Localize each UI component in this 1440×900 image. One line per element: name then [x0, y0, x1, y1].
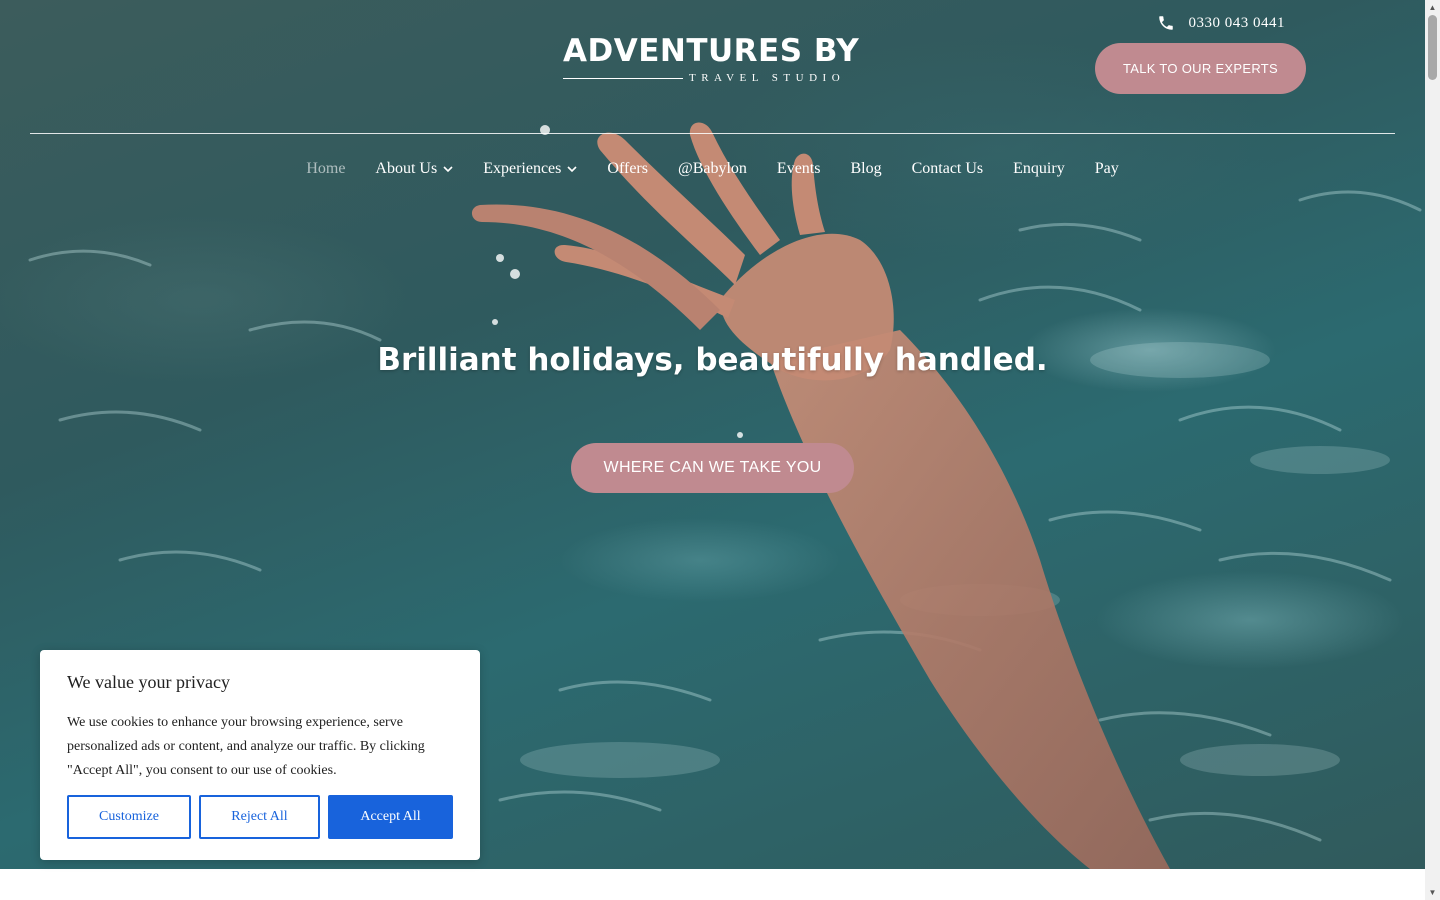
customize-button[interactable]: Customize — [67, 795, 191, 839]
scroll-down-arrow-icon[interactable]: ▼ — [1425, 885, 1440, 900]
chevron-down-icon — [567, 166, 577, 173]
where-can-we-take-you-button[interactable]: WHERE CAN WE TAKE YOU — [571, 443, 854, 493]
nav-item-enquiry[interactable]: Enquiry — [1013, 160, 1065, 178]
phone-icon — [1158, 16, 1173, 30]
logo-tagline: TRAVEL STUDIO — [689, 72, 846, 84]
nav-item-offers[interactable]: Offers — [607, 160, 648, 178]
nav-item-pay[interactable]: Pay — [1095, 160, 1119, 178]
nav-item-babylon[interactable]: @Babylon — [678, 160, 747, 178]
cookie-actions: Customize Reject All Accept All — [67, 795, 453, 839]
nav-label-offers: Offers — [607, 160, 648, 177]
scrollbar-thumb[interactable] — [1428, 15, 1437, 80]
header-divider — [30, 133, 1395, 134]
nav-label-events: Events — [776, 160, 821, 177]
nav-label-blog: Blog — [850, 160, 882, 177]
nav-item-experiences[interactable]: Experiences — [483, 160, 577, 178]
chevron-down-icon — [443, 166, 453, 173]
cookie-title: We value your privacy — [67, 672, 230, 692]
page-scrollbar[interactable]: ▲ ▼ — [1425, 0, 1440, 900]
reject-all-button[interactable]: Reject All — [199, 795, 320, 839]
nav-label-experiences: Experiences — [483, 160, 562, 177]
nav-label-home: Home — [306, 160, 346, 177]
logo-subline: TRAVEL STUDIO — [563, 72, 863, 84]
nav-label-pay: Pay — [1094, 160, 1119, 177]
talk-to-experts-button[interactable]: TALK TO OUR EXPERTS — [1095, 43, 1306, 94]
cookie-description: We use cookies to enhance your browsing … — [67, 715, 425, 778]
scroll-up-arrow-icon[interactable]: ▲ — [1425, 0, 1440, 15]
nav-label-babylon: @Babylon — [677, 160, 747, 177]
nav-item-events[interactable]: Events — [777, 160, 821, 178]
nav-item-about-us[interactable]: About Us — [375, 160, 453, 178]
main-nav: Home About Us Experiences Offers @Babylo… — [0, 160, 1425, 178]
logo-wordmark: ADVENTURES BY — [563, 33, 860, 69]
nav-item-home[interactable]: Home — [306, 160, 345, 178]
logo-rule — [563, 77, 683, 79]
nav-item-blog[interactable]: Blog — [850, 160, 881, 178]
phone-contact[interactable]: 0330 043 0441 — [1157, 14, 1286, 32]
cookie-consent-banner: We value your privacy We use cookies to … — [40, 650, 480, 860]
nav-label-contact-us: Contact Us — [911, 160, 984, 177]
hero-headline: Brilliant holidays, beautifully handled. — [377, 342, 1048, 378]
site-logo[interactable]: ADVENTURES BY TRAVEL STUDIO — [563, 34, 863, 86]
accept-all-button[interactable]: Accept All — [328, 795, 453, 839]
phone-number[interactable]: 0330 043 0441 — [1189, 15, 1286, 32]
nav-label-about-us: About Us — [375, 160, 438, 177]
nav-item-contact-us[interactable]: Contact Us — [912, 160, 984, 178]
nav-label-enquiry: Enquiry — [1013, 160, 1065, 177]
